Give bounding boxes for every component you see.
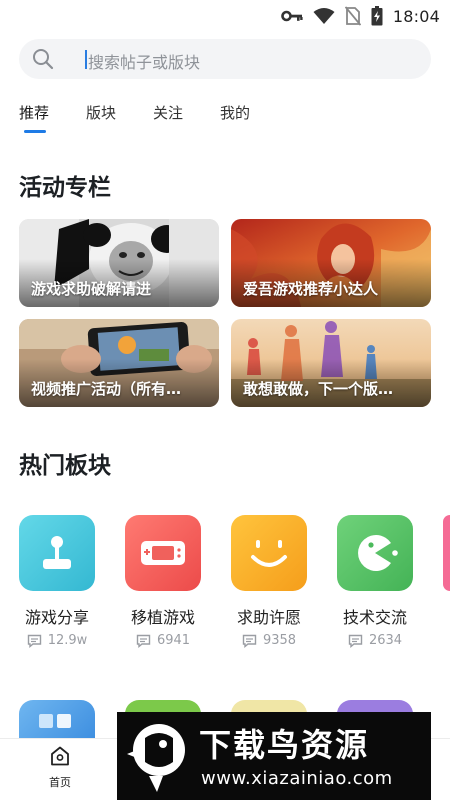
board-tile-partial[interactable]	[443, 515, 450, 591]
comment-icon	[27, 634, 41, 648]
activity-card-label: 游戏求助破解请进	[31, 280, 152, 298]
post-count: 9358	[231, 633, 307, 648]
battery-charging-icon	[371, 6, 383, 26]
activity-card-label: 视频推广活动（所有…	[31, 380, 182, 398]
board-name: 技术交流	[342, 608, 407, 627]
board-name: 游戏分享	[24, 608, 89, 627]
activity-card-label: 爱吾游戏推荐小达人	[243, 280, 379, 298]
watermark-url: www.xiazainiao.com	[201, 768, 393, 789]
comment-icon	[348, 634, 363, 648]
tab-recommend[interactable]: 推荐	[19, 102, 49, 123]
search-bar[interactable]: 搜索帖子或版块	[19, 39, 431, 79]
tab-mine[interactable]: 我的	[220, 102, 250, 123]
tab-boards[interactable]: 版块	[86, 102, 116, 123]
no-sim-icon	[344, 6, 361, 26]
board-game-share[interactable]: 游戏分享 12.9w	[19, 515, 95, 648]
activity-card-label: 敢想敢做，下一个版…	[243, 380, 394, 398]
board-tile-peek[interactable]	[19, 700, 95, 740]
board-name: 求助许愿	[236, 608, 301, 627]
handheld-console-icon	[125, 515, 201, 591]
wifi-icon	[313, 8, 335, 24]
post-count-value: 2634	[368, 633, 403, 648]
post-count-value: 9358	[262, 633, 297, 648]
comment-icon	[242, 634, 257, 648]
comment-icon	[136, 634, 151, 648]
activity-section-title: 活动专栏	[19, 175, 111, 201]
post-count: 2634	[337, 633, 413, 648]
smile-icon	[231, 515, 307, 591]
board-help-wish[interactable]: 求助许愿 9358	[231, 515, 307, 648]
activity-card-recommend[interactable]: 爱吾游戏推荐小达人	[231, 219, 431, 307]
pacman-icon	[337, 515, 413, 591]
watermark-title: 下载鸟资源	[199, 726, 370, 764]
board-name: 移植游戏	[130, 608, 195, 627]
clock: 18:04	[392, 6, 440, 26]
bird-logo-icon	[127, 724, 185, 792]
active-tab-indicator	[24, 130, 46, 133]
search-icon	[33, 49, 54, 70]
text-cursor	[85, 50, 87, 69]
activity-card-video[interactable]: 视频推广活动（所有…	[19, 319, 219, 407]
watermark-banner: 下载鸟资源 www.xiazainiao.com	[117, 712, 431, 800]
nav-home-label: 首页	[49, 776, 71, 789]
board-tech-talk[interactable]: 技术交流 2634	[337, 515, 413, 648]
activity-card-help[interactable]: 游戏求助破解请进	[19, 219, 219, 307]
activity-card-dare[interactable]: 敢想敢做，下一个版…	[231, 319, 431, 407]
post-count: 6941	[125, 633, 201, 648]
home-icon	[51, 746, 69, 766]
vpn-key-icon	[281, 10, 303, 22]
top-tabs: 推荐 版块 关注 我的	[0, 100, 450, 140]
board-ported-games[interactable]: 移植游戏 6941	[125, 515, 201, 648]
status-bar: 18:04	[0, 0, 450, 32]
joystick-icon	[19, 515, 95, 591]
post-count: 12.9w	[19, 633, 95, 648]
post-count-value: 12.9w	[47, 633, 88, 648]
search-input[interactable]: 搜索帖子或版块	[88, 49, 200, 73]
nav-home[interactable]: 首页	[38, 745, 82, 790]
post-count-value: 6941	[156, 633, 191, 648]
tab-following[interactable]: 关注	[153, 102, 183, 123]
hot-boards-section-title: 热门板块	[19, 453, 111, 479]
